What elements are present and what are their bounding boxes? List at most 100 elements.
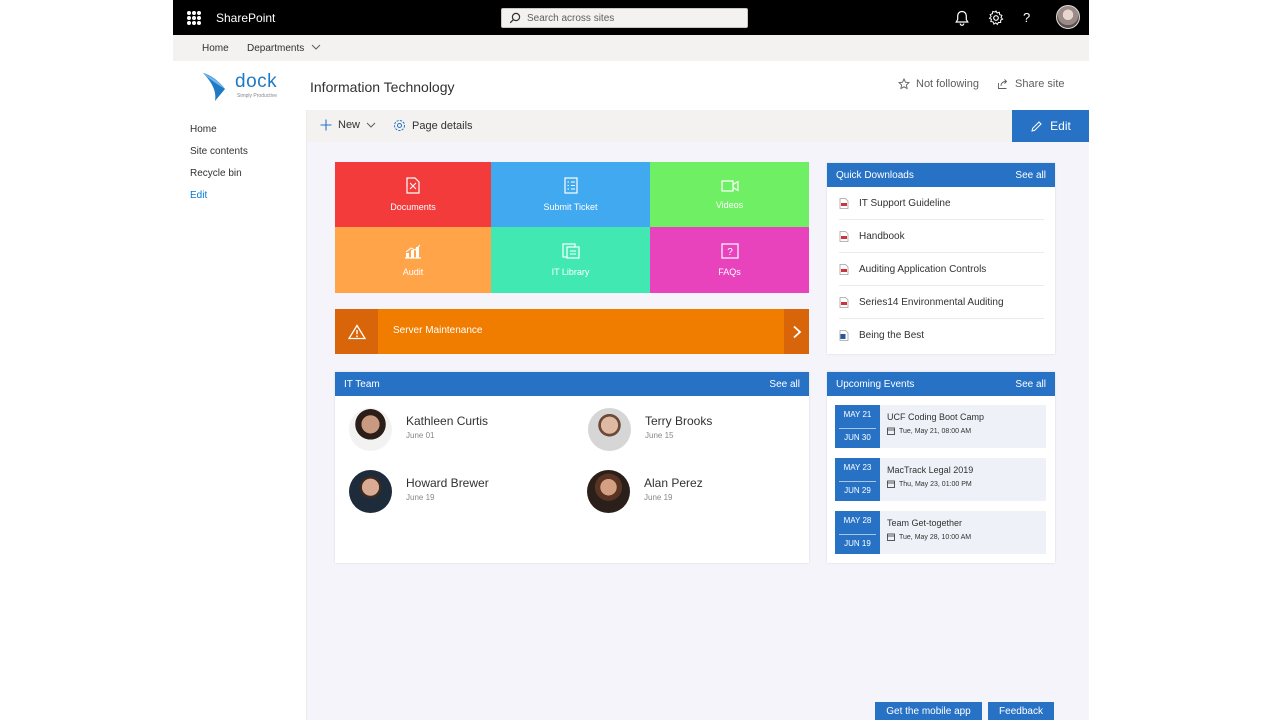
download-label: Handbook — [859, 230, 905, 242]
tile-label: Audit — [402, 266, 424, 277]
leftnav-edit[interactable]: Edit — [190, 190, 207, 201]
logo-word: dock — [235, 71, 278, 92]
member-date: June 01 — [406, 431, 435, 440]
help-icon[interactable]: ? — [1023, 10, 1041, 28]
hub-navigation: Home Departments — [173, 35, 1089, 61]
member-name: Kathleen Curtis — [406, 414, 489, 428]
calendar-icon — [887, 427, 895, 435]
page-details-button[interactable]: Page details — [393, 119, 473, 132]
chevron-down-icon — [311, 44, 321, 50]
new-label: New — [338, 119, 361, 131]
share-site-button[interactable]: Share site — [997, 78, 1065, 90]
command-bar: New Page details Edit — [307, 110, 1089, 142]
download-item[interactable]: Handbook — [839, 220, 1044, 253]
it-team-header: IT Team See all — [335, 372, 809, 396]
user-avatar[interactable] — [1056, 5, 1080, 29]
upcoming-events-header: Upcoming Events See all — [827, 372, 1055, 396]
sharepoint-window: SharePoint Search across sites ? Home De… — [173, 0, 1089, 720]
event-date-block: MAY 23 JUN 29 — [835, 458, 880, 501]
edit-label: Edit — [1050, 119, 1071, 133]
alert-banner[interactable]: Server Maintenance — [335, 309, 809, 354]
event-end: JUN 19 — [839, 534, 876, 548]
gear-icon[interactable] — [987, 9, 1005, 27]
alert-lead — [335, 309, 378, 354]
site-title[interactable]: Information Technology — [310, 79, 455, 95]
chart-icon — [405, 244, 421, 259]
member-date: June 15 — [645, 431, 674, 440]
get-mobile-app-button[interactable]: Get the mobile app — [875, 702, 982, 720]
download-item[interactable]: IT Support Guideline — [839, 187, 1044, 220]
tile-label: Documents — [390, 202, 436, 212]
follow-button[interactable]: Not following — [898, 78, 979, 90]
event-date-block: MAY 21 JUN 30 — [835, 405, 880, 448]
it-team-title: IT Team — [344, 378, 380, 390]
pencil-icon — [1031, 120, 1042, 132]
download-label: Series14 Environmental Auditing — [859, 296, 1004, 308]
event-when-text: Tue, May 21, 08:00 AM — [899, 427, 972, 435]
upcoming-events-title: Upcoming Events — [836, 378, 915, 390]
app-launcher-icon[interactable] — [187, 11, 201, 25]
event-item[interactable]: MAY 21 JUN 30 UCF Coding Boot Camp Tue, … — [835, 405, 1046, 448]
member-date: June 19 — [406, 493, 435, 502]
member-name: Howard Brewer — [406, 476, 489, 490]
event-start: MAY 28 — [843, 516, 872, 525]
event-title: MacTrack Legal 2019 — [887, 465, 974, 475]
site-header: dock Simply Productive Information Techn… — [173, 61, 1089, 110]
share-icon — [998, 79, 1008, 89]
download-item[interactable]: Being the Best — [839, 319, 1044, 352]
page-canvas: Documents Submit Ticket Videos Audit IT … — [307, 142, 1089, 720]
pdf-icon — [839, 296, 849, 308]
hubnav-home[interactable]: Home — [202, 43, 229, 54]
event-when: Tue, May 28, 10:00 AM — [887, 533, 971, 541]
page-details-label: Page details — [412, 119, 473, 132]
word-icon — [839, 330, 849, 341]
team-member[interactable]: Terry Brooks June 15 — [588, 408, 712, 451]
download-item[interactable]: Series14 Environmental Auditing — [839, 286, 1044, 319]
team-member[interactable]: Alan Perez June 19 — [587, 470, 703, 513]
quick-downloads-see-all[interactable]: See all — [1015, 170, 1046, 181]
event-end: JUN 30 — [839, 428, 876, 442]
event-title: Team Get-together — [887, 518, 963, 528]
tile-submit-ticket[interactable]: Submit Ticket — [491, 162, 650, 227]
library-icon — [561, 243, 580, 259]
tile-it-library[interactable]: IT Library — [491, 227, 650, 293]
leftnav-home[interactable]: Home — [190, 124, 217, 135]
team-member[interactable]: Kathleen Curtis June 01 — [349, 408, 488, 451]
edit-button[interactable]: Edit — [1012, 110, 1089, 142]
search-box[interactable]: Search across sites — [501, 8, 748, 28]
star-icon — [898, 78, 910, 90]
avatar — [349, 408, 392, 451]
site-logo[interactable]: dock Simply Productive — [201, 67, 291, 103]
leftnav-site-contents[interactable]: Site contents — [190, 146, 248, 157]
settings-icon — [394, 120, 405, 131]
follow-label: Not following — [916, 78, 979, 90]
alert-next-button[interactable] — [784, 309, 809, 354]
event-item[interactable]: MAY 23 JUN 29 MacTrack Legal 2019 Thu, M… — [835, 458, 1046, 501]
pdf-icon — [839, 197, 849, 209]
event-when-text: Tue, May 28, 10:00 AM — [899, 533, 972, 541]
tile-videos[interactable]: Videos — [650, 162, 809, 227]
leftnav-recycle-bin[interactable]: Recycle bin — [190, 168, 242, 179]
it-team-see-all[interactable]: See all — [769, 379, 800, 390]
quick-downloads-header: Quick Downloads See all — [827, 163, 1055, 187]
it-team-panel: IT Team See all Kathleen Curtis June 01 T… — [335, 372, 809, 563]
chevron-right-icon — [792, 325, 801, 338]
new-button[interactable]: New — [320, 119, 376, 131]
video-icon — [720, 179, 739, 192]
member-name: Alan Perez — [644, 476, 703, 490]
hubnav-departments[interactable]: Departments — [247, 43, 321, 54]
tile-faqs[interactable]: ? FAQs — [650, 227, 809, 293]
download-item[interactable]: Auditing Application Controls — [839, 253, 1044, 286]
upcoming-events-see-all[interactable]: See all — [1015, 379, 1046, 390]
event-date-block: MAY 28 JUN 19 — [835, 511, 880, 554]
bell-icon[interactable] — [953, 9, 971, 27]
suite-bar: SharePoint Search across sites ? — [173, 0, 1089, 35]
avatar — [349, 470, 392, 513]
tile-audit[interactable]: Audit — [335, 227, 491, 293]
tile-documents[interactable]: Documents — [335, 162, 491, 227]
team-member[interactable]: Howard Brewer June 19 — [349, 470, 489, 513]
app-name[interactable]: SharePoint — [216, 11, 275, 25]
feedback-button[interactable]: Feedback — [988, 702, 1054, 720]
tile-label: Submit Ticket — [543, 202, 598, 212]
event-item[interactable]: MAY 28 JUN 19 Team Get-together Tue, May… — [835, 511, 1046, 554]
